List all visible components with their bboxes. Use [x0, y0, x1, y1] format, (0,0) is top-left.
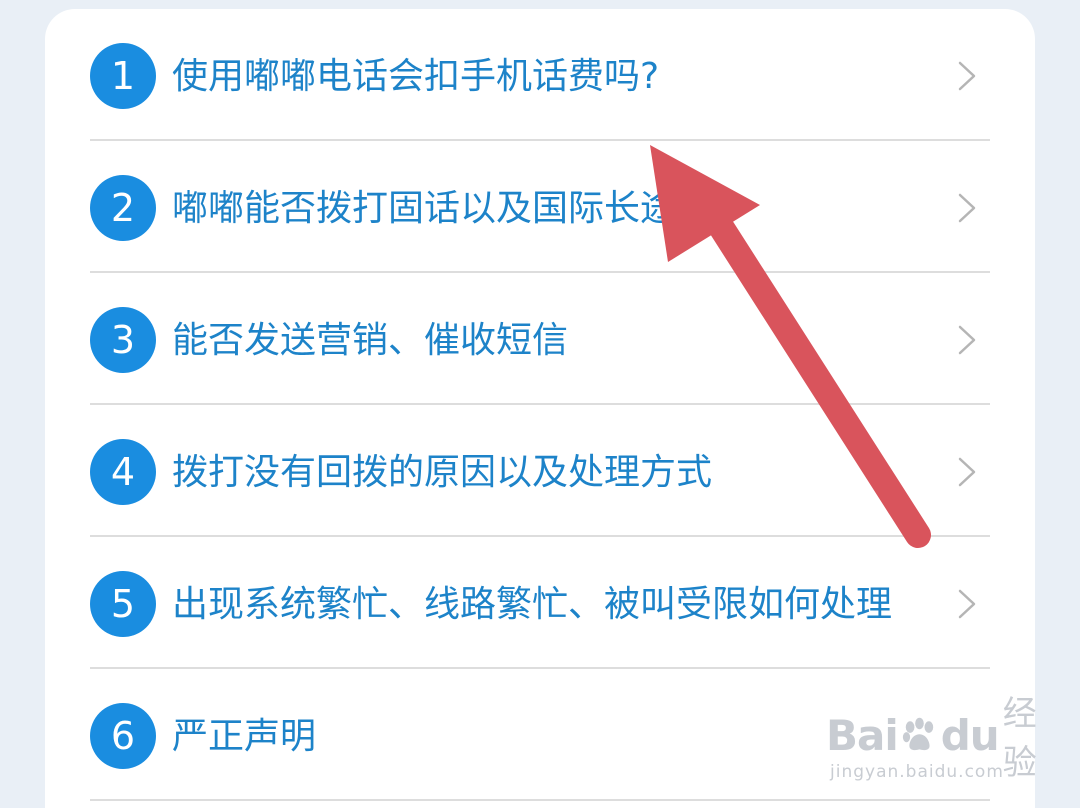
watermark-logo-text-2: du — [940, 710, 1000, 760]
faq-item-3[interactable]: 3 能否发送营销、催收短信 — [45, 273, 1035, 405]
faq-question-text: 出现系统繁忙、线路繁忙、被叫受限如何处理 — [172, 584, 893, 625]
faq-number-badge: 3 — [90, 307, 156, 373]
faq-item-4[interactable]: 4 拨打没有回拨的原因以及处理方式 — [45, 405, 1035, 537]
faq-item-2[interactable]: 2 嘟嘟能否拨打固话以及国际长途? — [45, 141, 1035, 273]
faq-list: 1 使用嘟嘟电话会扣手机话费吗? 2 嘟嘟能否拨打固话以及国际长途? 3 能否发… — [45, 9, 1035, 801]
faq-number-badge: 2 — [90, 175, 156, 241]
faq-question-text: 拨打没有回拨的原因以及处理方式 — [172, 452, 713, 493]
chevron-right-icon — [958, 589, 976, 619]
faq-number-badge: 4 — [90, 439, 156, 505]
watermark-url: jingyan.baidu.com — [830, 762, 1004, 782]
screen: 1 使用嘟嘟电话会扣手机话费吗? 2 嘟嘟能否拨打固话以及国际长途? 3 能否发… — [0, 0, 1080, 808]
watermark-jingyan-text: 经验 — [1002, 694, 1037, 783]
chevron-right-icon — [958, 193, 976, 223]
chevron-right-icon — [958, 61, 976, 91]
chevron-right-icon — [958, 325, 976, 355]
faq-number-badge: 6 — [90, 703, 156, 769]
faq-card: 1 使用嘟嘟电话会扣手机话费吗? 2 嘟嘟能否拨打固话以及国际长途? 3 能否发… — [45, 9, 1035, 808]
chevron-right-icon — [958, 457, 976, 487]
faq-item-5[interactable]: 5 出现系统繁忙、线路繁忙、被叫受限如何处理 — [45, 537, 1035, 669]
faq-number-badge: 5 — [90, 571, 156, 637]
watermark-logo-text-1: Bai — [826, 710, 899, 760]
paw-icon — [902, 717, 933, 751]
baidu-watermark: Bai du 经验 jingyan.baidu.com — [826, 690, 1037, 800]
faq-question-text: 能否发送营销、催收短信 — [172, 320, 569, 361]
watermark-logo: Bai du 经验 — [826, 694, 1052, 783]
faq-question-text: 使用嘟嘟电话会扣手机话费吗? — [172, 56, 660, 97]
faq-number-badge: 1 — [90, 43, 156, 109]
faq-question-text: 嘟嘟能否拨打固话以及国际长途? — [172, 188, 696, 229]
faq-item-1[interactable]: 1 使用嘟嘟电话会扣手机话费吗? — [45, 9, 1035, 141]
